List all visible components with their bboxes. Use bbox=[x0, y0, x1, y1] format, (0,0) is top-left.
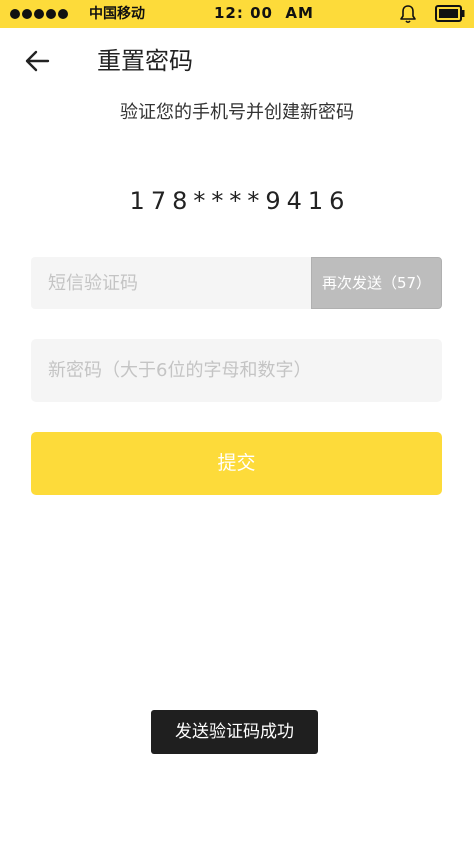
resend-code-button[interactable]: 再次发送（57） bbox=[311, 257, 442, 309]
status-bar: 中国移动 12: 00 AM bbox=[0, 0, 474, 28]
signal-dots-icon bbox=[10, 9, 68, 19]
reset-password-screen: 中国移动 12: 00 AM 重置密码 验证您的手机号并创建新密码 178***… bbox=[0, 0, 474, 842]
new-password-input[interactable] bbox=[31, 339, 442, 402]
battery-icon bbox=[435, 5, 465, 22]
submit-button[interactable]: 提交 bbox=[31, 432, 442, 495]
toast-message: 发送验证码成功 bbox=[151, 710, 318, 754]
arrow-left-icon[interactable] bbox=[24, 48, 50, 74]
phone-number: 178****9416 bbox=[129, 187, 351, 215]
carrier-name: 中国移动 bbox=[89, 6, 145, 22]
page-title: 重置密码 bbox=[97, 47, 193, 75]
status-time: 12: 00 AM bbox=[214, 4, 314, 22]
bell-icon bbox=[400, 5, 416, 24]
sms-code-input[interactable] bbox=[31, 257, 311, 309]
subtitle: 验证您的手机号并创建新密码 bbox=[120, 102, 354, 123]
